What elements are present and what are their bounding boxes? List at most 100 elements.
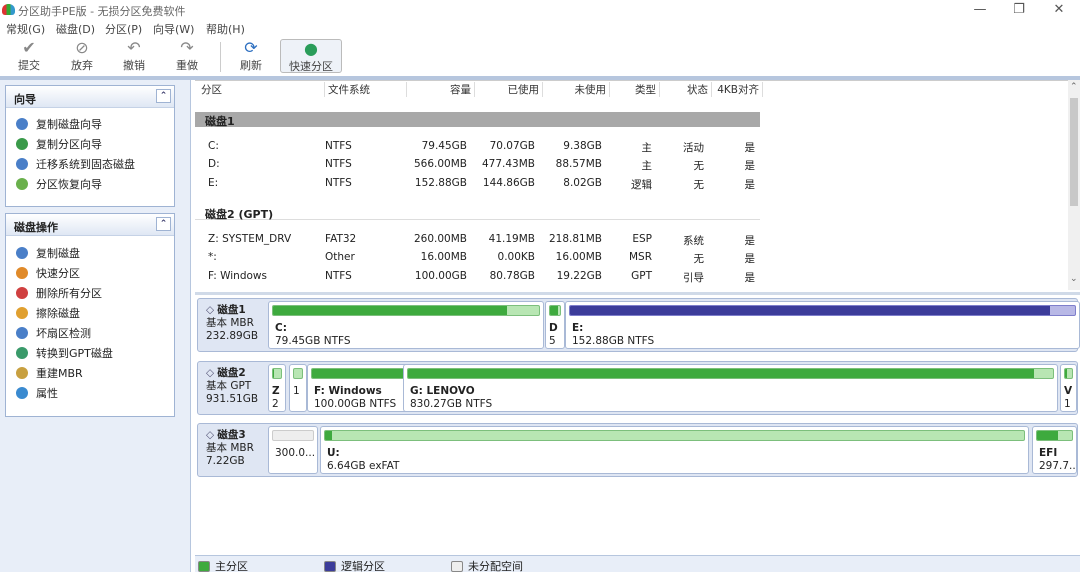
table-cell: 16.00MB xyxy=(420,251,467,263)
maximize-button[interactable]: ❐ xyxy=(1004,2,1034,17)
column-header[interactable]: 状态 xyxy=(660,82,712,97)
partition-info: 79.45GB NTFS xyxy=(275,335,351,347)
disk-label[interactable]: ◇ 磁盘3 基本 MBR 7.22GB xyxy=(200,426,264,474)
menu-partition[interactable]: 分区(P) xyxy=(105,21,142,37)
table-row[interactable]: E: NTFS 152.88GB 144.86GB 8.02GB 逻辑 无 是 xyxy=(195,177,765,192)
close-button[interactable]: ✕ xyxy=(1044,2,1074,17)
toolbar-divider xyxy=(220,42,221,72)
menu-disk[interactable]: 磁盘(D) xyxy=(56,21,95,37)
op-properties[interactable]: 属性 xyxy=(6,381,174,401)
table-cell: 是 xyxy=(744,272,756,284)
disk-row[interactable]: ◇ 磁盘3 基本 MBR 7.22GB 300.0... U: 6.64GB exFAT E… xyxy=(197,423,1078,477)
table-cell: 16.00MB xyxy=(555,251,602,263)
op-rebuild-mbr[interactable]: 重建MBR xyxy=(6,361,174,381)
table-cell: 260.00MB xyxy=(413,233,467,245)
usage-fill xyxy=(408,369,1034,378)
partition-block[interactable]: V1 xyxy=(1060,364,1077,412)
wizard-migrate-ssd[interactable]: 迁移系统到固态磁盘 xyxy=(6,152,174,172)
column-header[interactable]: 4KB对齐 xyxy=(712,82,763,97)
column-header[interactable]: 容量 xyxy=(407,82,475,97)
table-cell: NTFS xyxy=(325,270,352,282)
op-wipe-disk[interactable]: 擦除磁盘 xyxy=(6,301,174,321)
refresh-label: 刷新 xyxy=(240,59,262,72)
table-cell: 主 xyxy=(641,160,653,172)
partition-block[interactable]: G: LENOVO 830.27GB NTFS xyxy=(403,364,1058,412)
table-cell: Other xyxy=(325,251,355,263)
disk-row[interactable]: ◇ 磁盘1 基本 MBR 232.89GB C: 79.45GB NTFS D 5 E: 152… xyxy=(197,298,1080,352)
disk-type: 基本 GPT xyxy=(206,380,252,392)
partition-info: 1 xyxy=(293,385,300,397)
menu-general[interactable]: 常规(G) xyxy=(6,21,45,37)
disk-row[interactable]: ◇ 磁盘2 基本 GPT 931.51GB Z 2 1 F: Windows 100.00GB… xyxy=(197,361,1078,415)
op-copy-disk[interactable]: 复制磁盘 xyxy=(6,241,174,261)
usage-bar xyxy=(272,305,540,316)
left-sidebar: 向导 ⌃ 复制磁盘向导 复制分区向导 迁移系统到固态磁盘 分区恢复向导 磁盘操作 ⌃… xyxy=(0,80,191,572)
disk-label[interactable]: ◇ 磁盘1 基本 MBR 232.89GB xyxy=(200,301,264,349)
refresh-button[interactable]: ⟳ 刷新 xyxy=(226,39,276,73)
table-scrollbar[interactable]: ⌃ ⌄ xyxy=(1068,80,1080,290)
undo-button[interactable]: ↶ 撤销 xyxy=(109,39,159,73)
window-title: 分区助手PE版 - 无损分区免费软件 xyxy=(18,5,186,18)
menu-help[interactable]: 帮助(H) xyxy=(206,21,245,37)
disk-section-header: 磁盘1 xyxy=(195,112,760,128)
table-cell: C: xyxy=(208,140,219,152)
copy-disk-icon xyxy=(16,117,28,130)
scroll-up-icon[interactable]: ⌃ xyxy=(1070,82,1078,92)
column-header[interactable]: 分区 xyxy=(198,82,325,97)
disk-icon: ◇ xyxy=(206,367,218,379)
partition-block[interactable]: C: 79.45GB NTFS xyxy=(268,301,544,349)
column-header[interactable]: 类型 xyxy=(610,82,660,97)
table-cell: 152.88GB xyxy=(414,177,467,189)
table-row[interactable]: Z: SYSTEM_DRV FAT32 260.00MB 41.19MB 218.81M… xyxy=(195,233,765,248)
partition-block[interactable]: D5 xyxy=(545,301,565,349)
commit-button[interactable]: ✔ 提交 xyxy=(4,39,54,73)
op-convert-gpt[interactable]: 转换到GPT磁盘 xyxy=(6,341,174,361)
partition-block[interactable]: U: 6.64GB exFAT xyxy=(320,426,1029,474)
table-row[interactable]: D: NTFS 566.00MB 477.43MB 88.57MB 主 无 是 xyxy=(195,158,765,173)
table-cell: 0.00KB xyxy=(497,251,535,263)
table-cell: 566.00MB xyxy=(413,158,467,170)
discard-button[interactable]: ⊘ 放弃 xyxy=(57,39,107,73)
table-cell: 无 xyxy=(693,253,705,265)
redo-button[interactable]: ↷ 重做 xyxy=(162,39,212,73)
column-header[interactable]: 已使用 xyxy=(475,82,543,97)
table-cell: 80.78GB xyxy=(489,270,535,282)
quick-partition-button[interactable]: ● 快速分区 xyxy=(280,39,342,73)
collapse-icon[interactable]: ⌃ xyxy=(156,89,171,103)
minimize-button[interactable]: — xyxy=(965,2,995,17)
wizard-copy-disk[interactable]: 复制磁盘向导 xyxy=(6,112,174,132)
table-row[interactable]: *: Other 16.00MB 0.00KB 16.00MB MSR 无 是 xyxy=(195,251,765,266)
usage-bar xyxy=(569,305,1076,316)
partition-info: 5 xyxy=(549,335,556,347)
table-row[interactable]: F: Windows NTFS 100.00GB 80.78GB 19.22GB GPT 引… xyxy=(195,270,765,285)
scroll-down-icon[interactable]: ⌄ xyxy=(1070,274,1078,284)
usage-fill xyxy=(1037,431,1058,440)
partition-block[interactable]: EFI 297.7... xyxy=(1032,426,1077,474)
wizard-partition-recovery[interactable]: 分区恢复向导 xyxy=(6,172,174,192)
column-header[interactable]: 未使用 xyxy=(543,82,610,97)
usage-bar xyxy=(407,368,1054,379)
table-row[interactable]: C: NTFS 79.45GB 70.07GB 9.38GB 主 活动 是 xyxy=(195,140,765,155)
menu-wizard[interactable]: 向导(W) xyxy=(153,21,194,37)
disk-label[interactable]: ◇ 磁盘2 基本 GPT 931.51GB xyxy=(200,364,264,412)
quick-partition-icon xyxy=(16,266,28,279)
column-header[interactable]: 文件系统 xyxy=(325,82,407,97)
op-label: 属性 xyxy=(36,386,58,400)
partition-block[interactable]: Z2 xyxy=(268,364,286,412)
usage-bar xyxy=(1036,430,1073,441)
op-label: 快速分区 xyxy=(36,266,80,280)
undo-icon: ↶ xyxy=(127,38,141,57)
partition-block[interactable]: E: 152.88GB NTFS xyxy=(565,301,1080,349)
scroll-thumb[interactable] xyxy=(1070,98,1078,206)
partition-block[interactable]: 1 xyxy=(289,364,307,412)
usage-fill xyxy=(273,306,508,315)
collapse-icon[interactable]: ⌃ xyxy=(156,217,171,231)
wizard-copy-partition[interactable]: 复制分区向导 xyxy=(6,132,174,152)
table-cell: Z: SYSTEM_DRV xyxy=(208,233,292,245)
disk-type: 基本 MBR xyxy=(206,442,254,454)
op-label: 擦除磁盘 xyxy=(36,306,80,320)
partition-block[interactable]: 300.0... xyxy=(268,426,318,474)
op-bad-sector[interactable]: 坏扇区检测 xyxy=(6,321,174,341)
op-delete-all[interactable]: 删除所有分区 xyxy=(6,281,174,301)
op-quick-partition[interactable]: 快速分区 xyxy=(6,261,174,281)
